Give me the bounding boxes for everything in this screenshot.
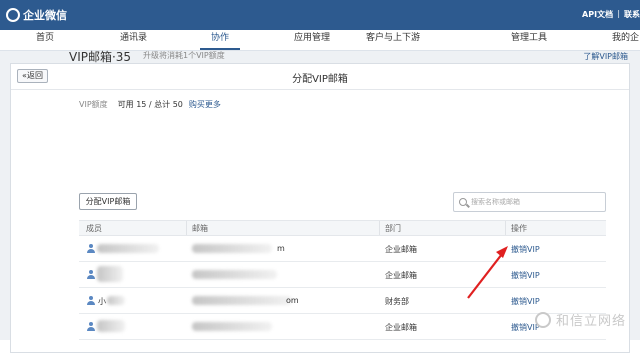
table-header: 成员 邮箱 部门 操作 (79, 220, 606, 236)
top-links: API文档 | 联系 (582, 9, 640, 20)
column-email: 邮箱 (192, 224, 208, 233)
api-docs-link[interactable]: API文档 (582, 9, 613, 20)
table-row: 小 om 财务部 撤销VIP (79, 288, 606, 314)
search-icon (459, 198, 467, 206)
member-department: 财务部 (385, 297, 409, 306)
redacted-name (97, 266, 123, 282)
quota-value: 可用 15 / 总计 50 (117, 100, 183, 109)
wecom-logo-icon (6, 8, 20, 22)
redacted-email (192, 244, 272, 253)
nav-my-company[interactable]: 我的企 (612, 30, 639, 51)
page-title: 分配VIP邮箱 (292, 74, 348, 85)
vip-quota: VIP额度 可用 15 / 总计 50 购买更多 (79, 99, 221, 110)
quota-label: VIP额度 (79, 100, 108, 109)
member-department: 企业邮箱 (385, 323, 417, 332)
nav-home[interactable]: 首页 (36, 30, 54, 51)
user-icon (87, 270, 95, 279)
member-department: 企业邮箱 (385, 245, 417, 254)
nav-app-management[interactable]: 应用管理 (294, 30, 330, 51)
nav-customers-upstream[interactable]: 客户与上下游 (366, 30, 420, 51)
redacted-email (192, 270, 277, 279)
search-box[interactable] (453, 192, 606, 212)
user-icon (87, 244, 95, 253)
panel-header: «返回 分配VIP邮箱 (11, 64, 629, 90)
column-actions: 操作 (511, 224, 527, 233)
watermark-text: 和信立网络 (555, 314, 626, 329)
revoke-vip-link[interactable]: 撤销VIP (511, 270, 540, 281)
column-divider (379, 221, 380, 235)
column-divider (186, 221, 187, 235)
nav-collaboration[interactable]: 协作 (199, 30, 241, 51)
user-icon (87, 322, 95, 331)
revoke-vip-link[interactable]: 撤销VIP (511, 244, 540, 255)
column-divider (505, 221, 506, 235)
member-department: 企业邮箱 (385, 271, 417, 280)
member-table: 成员 邮箱 部门 操作 m 企业邮箱 撤销VIP 企业邮箱 撤销VIP 小 om… (79, 220, 606, 340)
table-row: m 企业邮箱 撤销VIP (79, 236, 606, 262)
member-name: 小 (98, 297, 106, 306)
vip-mailbox-title: VIP邮箱·35 (69, 50, 132, 64)
redacted-email (192, 322, 272, 331)
logo-text: 企业微信 (23, 9, 67, 22)
link-separator: | (617, 9, 620, 18)
redacted-email (192, 296, 292, 305)
assign-vip-button[interactable]: 分配VIP邮箱 (79, 193, 137, 210)
top-bar: 企业微信 API文档 | 联系 (0, 0, 640, 30)
learn-vip-link[interactable]: 了解VIP邮箱 (583, 51, 628, 62)
watermark: 和信立网络 (534, 310, 626, 329)
revoke-vip-link[interactable]: 撤销VIP (511, 296, 540, 307)
vip-mailbox-subtitle: 升级将消耗1个VIP额度 (143, 51, 225, 60)
member-email: m (277, 244, 285, 253)
buy-more-link[interactable]: 购买更多 (189, 99, 221, 110)
table-row: 企业邮箱 撤销VIP (79, 262, 606, 288)
app-logo[interactable]: 企业微信 (6, 7, 67, 23)
table-row: 企业邮箱 撤销VIP (79, 314, 606, 340)
column-member: 成员 (86, 224, 102, 233)
column-department: 部门 (385, 224, 401, 233)
contact-link[interactable]: 联系 (624, 9, 640, 20)
nav-management-tools[interactable]: 管理工具 (511, 30, 547, 51)
redacted-name (97, 320, 125, 332)
redacted-name (107, 296, 125, 305)
watermark-logo-icon (534, 311, 551, 328)
redacted-name (97, 244, 159, 253)
user-icon (87, 296, 95, 305)
member-email: om (286, 296, 299, 305)
search-input[interactable] (471, 195, 601, 209)
